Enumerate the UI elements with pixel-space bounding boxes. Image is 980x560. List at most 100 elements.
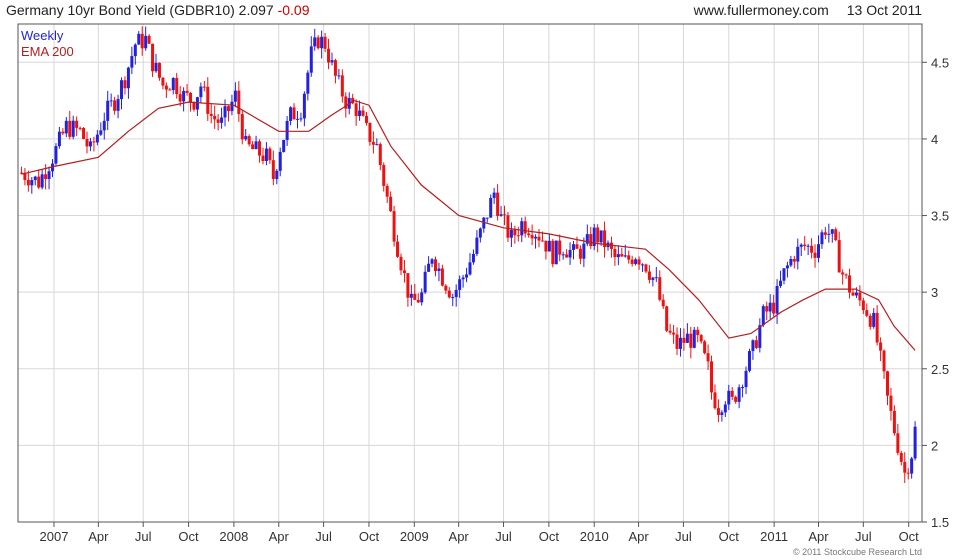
weekly-body-up <box>358 110 362 116</box>
weekly-body-up <box>320 36 324 49</box>
weekly-body-down <box>734 396 738 402</box>
x-tick-label: Jul <box>675 529 692 544</box>
weekly-body-up <box>471 253 475 263</box>
weekly-body-up <box>282 140 286 152</box>
weekly-body-up <box>461 277 465 280</box>
weekly-body-down <box>665 306 669 331</box>
weekly-body-up <box>88 141 92 147</box>
y-tick-label: 3.5 <box>931 209 949 224</box>
weekly-body-down <box>496 192 500 216</box>
weekly-body-down <box>123 80 127 89</box>
weekly-body-down <box>675 334 679 349</box>
weekly-body-down <box>834 229 838 241</box>
weekly-body-down <box>151 43 155 72</box>
weekly-body-up <box>641 264 645 266</box>
weekly-body-up <box>568 249 572 258</box>
weekly-body-down <box>530 235 534 239</box>
y-tick-label: 2 <box>931 438 938 453</box>
weekly-body-down <box>237 90 241 115</box>
weekly-body-down <box>433 259 437 272</box>
weekly-body-down <box>364 115 368 123</box>
weekly-body-down <box>192 102 196 110</box>
weekly-body-down <box>268 148 272 161</box>
weekly-body-down <box>713 392 717 409</box>
weekly-body-down <box>882 350 886 372</box>
weekly-body-down <box>382 165 386 186</box>
weekly-body-up <box>233 90 237 102</box>
weekly-body-down <box>185 90 189 93</box>
weekly-body-down <box>644 264 648 272</box>
legend-ema-200: EMA 200 <box>21 44 74 59</box>
weekly-body-up <box>489 197 493 218</box>
weekly-body-down <box>613 248 617 258</box>
weekly-body-up <box>799 244 803 247</box>
weekly-body-up <box>126 67 130 89</box>
weekly-body-up <box>534 236 538 239</box>
weekly-body-up <box>40 174 44 188</box>
weekly-body-down <box>189 92 193 103</box>
weekly-body-down <box>703 341 707 354</box>
weekly-body-up <box>499 214 503 216</box>
bond-yield-chart: 1.5 2 2.5 3 3.5 4 4.5 2007 Apr Jul Oct 2008 Apr Jul Oc… <box>17 23 949 557</box>
weekly-body-down <box>765 306 769 312</box>
weekly-body-up <box>154 62 158 72</box>
weekly-body-up <box>872 312 876 327</box>
weekly-body-down <box>803 244 807 247</box>
x-tick-label: Jul <box>135 529 152 544</box>
weekly-body-up <box>99 130 103 135</box>
weekly-body-up <box>572 244 576 250</box>
weekly-body-down <box>672 332 676 335</box>
weekly-body-down <box>578 248 582 259</box>
weekly-body-down <box>413 293 417 300</box>
weekly-body-down <box>209 113 213 116</box>
weekly-body-down <box>175 78 179 95</box>
weekly-body-up <box>275 170 279 180</box>
weekly-body-down <box>906 472 910 474</box>
weekly-body-up <box>106 100 110 121</box>
weekly-body-down <box>78 127 82 129</box>
x-tick-label: Oct <box>178 529 199 544</box>
ema-200-line <box>21 99 916 351</box>
weekly-body-up <box>120 80 124 100</box>
weekly-body-down <box>754 340 758 348</box>
weekly-body-up <box>64 120 68 134</box>
weekly-body-up <box>302 93 306 119</box>
x-tick-label: Apr <box>628 529 649 544</box>
weekly-body-down <box>61 131 65 134</box>
weekly-body-up <box>330 60 334 63</box>
weekly-body-down <box>240 114 244 140</box>
x-tick-label: 2011 <box>760 529 788 544</box>
weekly-body-up <box>747 351 751 371</box>
x-tick-label: 2010 <box>580 529 609 544</box>
weekly-body-up <box>720 412 724 415</box>
weekly-body-down <box>706 353 710 362</box>
weekly-body-down <box>682 337 686 343</box>
weekly-body-down <box>75 120 79 128</box>
weekly-body-down <box>589 234 593 246</box>
x-tick-label: Oct <box>719 529 740 544</box>
y-tick-label: 4 <box>931 132 938 147</box>
weekly-body-down <box>92 141 96 143</box>
weekly-body-down <box>392 211 396 242</box>
weekly-body-up <box>109 100 113 102</box>
weekly-body-up <box>910 458 914 474</box>
weekly-body-up <box>30 180 34 186</box>
weekly-body-up <box>430 259 434 264</box>
x-tick-label: 2008 <box>219 529 248 544</box>
weekly-body-up <box>727 390 731 405</box>
weekly-body-up <box>582 243 586 259</box>
weekly-body-down <box>327 48 331 63</box>
weekly-body-down <box>447 290 451 298</box>
weekly-body-down <box>868 315 872 327</box>
weekly-body-down <box>216 119 220 123</box>
weekly-body-up <box>116 99 120 111</box>
weekly-body-down <box>444 285 448 291</box>
weekly-body-down <box>689 333 693 348</box>
weekly-body-down <box>865 310 869 316</box>
weekly-body-up <box>492 192 496 198</box>
weekly-body-up <box>423 271 427 293</box>
weekly-body-up <box>779 280 783 286</box>
weekly-body-down <box>226 106 230 112</box>
weekly-body-up <box>741 387 745 389</box>
x-tick-label: 2007 <box>40 529 69 544</box>
